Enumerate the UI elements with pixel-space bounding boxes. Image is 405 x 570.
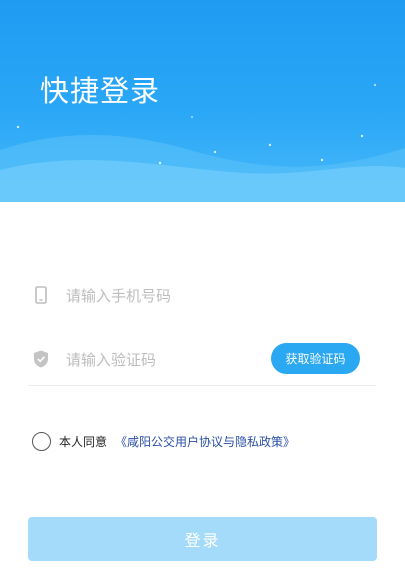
shield-icon <box>34 350 48 368</box>
header-banner: 快捷登录 <box>0 0 405 202</box>
agreement-prefix: 本人同意 <box>59 434 108 449</box>
agreement-link[interactable]: 《咸阳公交用户协议与隐私政策》 <box>115 433 295 450</box>
agreement-row: 本人同意 《咸阳公交用户协议与隐私政策》 <box>32 430 295 452</box>
code-input[interactable] <box>64 346 268 374</box>
phone-input[interactable] <box>64 282 268 310</box>
get-code-button[interactable]: 获取验证码 <box>271 343 360 374</box>
login-button[interactable]: 登录 <box>28 517 377 561</box>
phone-field <box>28 270 376 320</box>
page-title: 快捷登录 <box>40 74 161 108</box>
phone-icon <box>35 286 47 304</box>
code-field: 获取验证码 <box>28 334 376 384</box>
agreement-checkbox[interactable] <box>32 431 51 451</box>
code-divider <box>28 385 376 386</box>
